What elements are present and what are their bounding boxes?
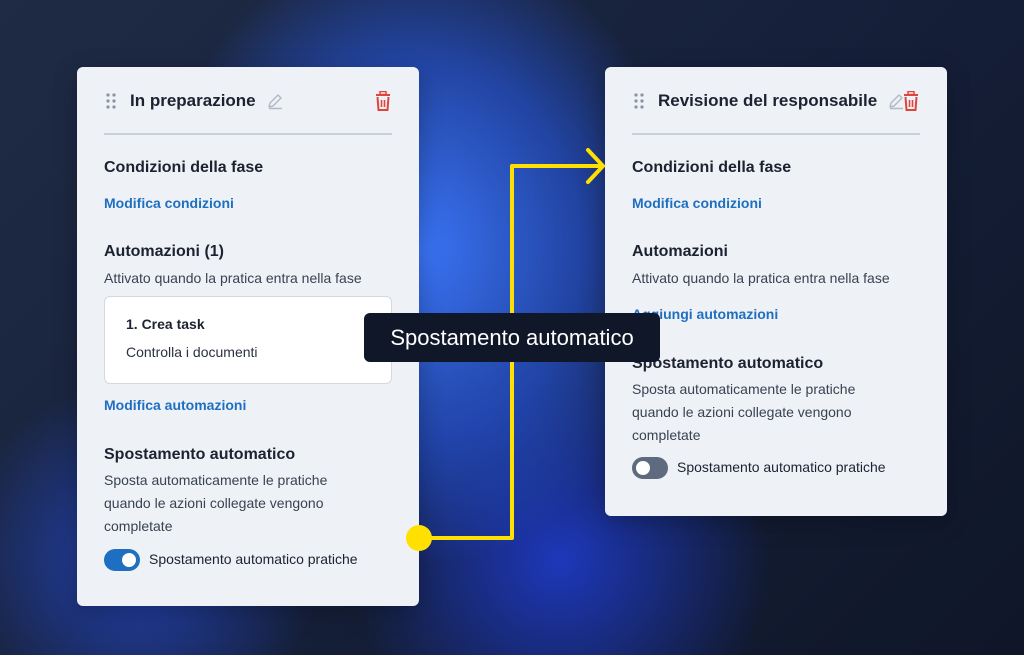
connector-handle bbox=[406, 525, 432, 551]
tooltip: Spostamento automatico bbox=[364, 313, 660, 362]
